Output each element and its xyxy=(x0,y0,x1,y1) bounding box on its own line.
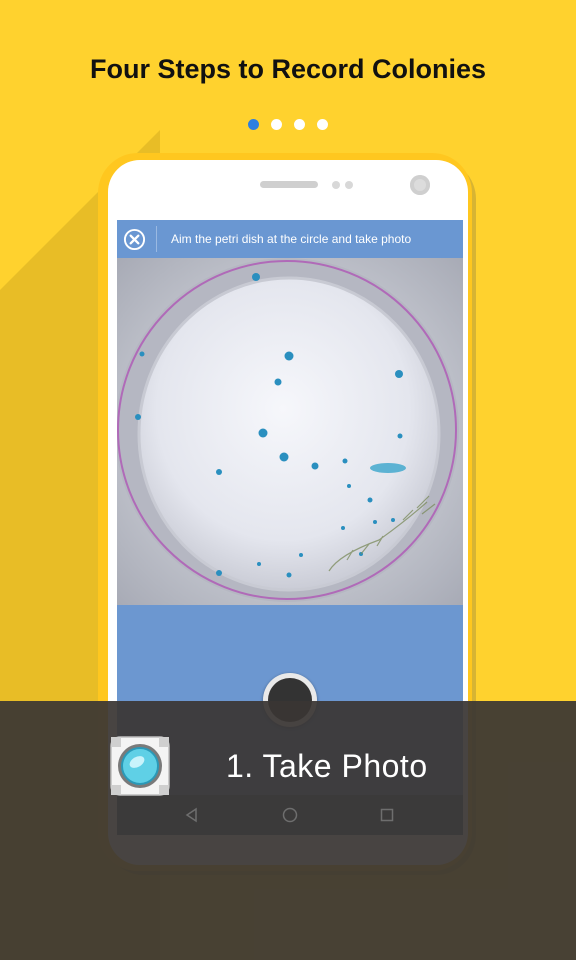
phone-sensor xyxy=(332,181,340,189)
camera-instruction: Aim the petri dish at the circle and tak… xyxy=(171,232,412,246)
step-label: 1. Take Photo xyxy=(226,748,428,784)
page-dot-4[interactable] xyxy=(317,119,328,130)
camera-lens-icon xyxy=(110,736,170,796)
close-circle-icon[interactable] xyxy=(123,228,146,251)
page-dot-2[interactable] xyxy=(271,119,282,130)
topbar-divider xyxy=(156,226,157,252)
recents-square-icon[interactable] xyxy=(378,806,396,824)
phone-speaker xyxy=(260,181,318,188)
page-dot-1[interactable] xyxy=(248,119,259,130)
camera-topbar: Aim the petri dish at the circle and tak… xyxy=(117,220,463,258)
petri-dish-photo xyxy=(117,258,463,605)
page-indicator xyxy=(0,119,576,130)
page-dot-3[interactable] xyxy=(294,119,305,130)
front-camera xyxy=(410,175,430,195)
android-nav-bar xyxy=(117,795,463,835)
page-title: Four Steps to Record Colonies xyxy=(89,54,487,84)
home-circle-icon[interactable] xyxy=(281,806,299,824)
phone-sensor xyxy=(345,181,353,189)
back-triangle-icon[interactable] xyxy=(183,806,201,824)
